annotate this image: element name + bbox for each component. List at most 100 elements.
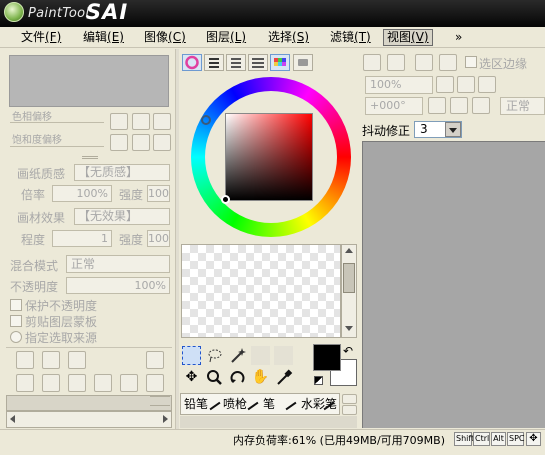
swap-colors-icon[interactable]: ↶ [343,344,353,358]
apply-mask-icon[interactable] [120,374,138,392]
paper-strength-field[interactable]: 100 [147,185,170,202]
paper-texture-select[interactable]: 【无质感】 [74,164,170,181]
paper-texture-label: 画纸质感 [17,167,66,181]
menu-edit[interactable]: 编辑(E) [80,29,127,46]
color-wheel-tab[interactable] [182,54,202,71]
paper-strength-label: 强度 [119,188,144,202]
splitter-handle[interactable] [82,156,98,159]
invert-selection-icon[interactable] [439,54,457,71]
brush-pen[interactable]: 笔 [263,395,275,412]
rotate-ccw-icon[interactable] [428,97,446,114]
layer-scroll-grip[interactable] [150,396,170,406]
zoom-in-icon[interactable] [457,76,475,93]
ctrl-key-indicator: Ctrl [473,432,490,446]
selection-source-checkbox[interactable] [10,331,22,343]
eyedropper-icon[interactable] [274,368,293,387]
brush-tool-list: 铅笔 喷枪 笔 水彩笔 [180,393,340,415]
brush-scroll-down-icon[interactable] [342,405,357,415]
layer-list-scrollbar[interactable] [6,395,172,411]
rotate-icon[interactable] [228,368,247,387]
rect-select-icon[interactable] [182,346,201,365]
clipping-mask-checkbox[interactable] [10,315,22,327]
brush-airbrush[interactable]: 喷枪 [223,395,247,412]
rotate-reset-icon[interactable] [472,97,490,114]
transfer-down-icon[interactable] [16,374,34,392]
reset-button[interactable] [153,113,171,130]
undo-icon[interactable] [363,54,381,71]
menu-filter[interactable]: 滤镜(T) [327,29,374,46]
navigator-scrollbar[interactable] [341,244,357,338]
space-key-indicator: SPC [507,432,525,446]
layer-options-icon[interactable] [146,351,164,369]
hue-shift-label: 色相偏移 [12,112,52,123]
degree-label: 程度 [21,233,46,247]
paper-scale-label: 倍率 [21,188,46,202]
deselect-icon[interactable] [415,54,433,71]
menu-view[interactable]: 视图(V) [383,29,433,46]
shift-key-indicator: Shift [454,432,474,446]
zoom-select[interactable]: 100% [365,76,433,94]
square-button[interactable] [153,134,171,151]
reset-colors-icon[interactable] [314,376,323,385]
scratchpad-tab[interactable] [293,54,313,71]
navigator-preview[interactable] [181,244,341,338]
magic-wand-icon[interactable] [228,346,247,365]
new-folder-icon[interactable] [68,351,86,369]
scroll-right-icon[interactable] [163,415,168,423]
merge-down-icon[interactable] [42,374,60,392]
rotate-left-button[interactable] [110,134,128,151]
swatches-tab[interactable] [270,54,290,71]
scroll-up-icon[interactable] [345,248,353,253]
clear-layer-icon[interactable] [68,374,86,392]
panel-splitter[interactable] [175,49,179,429]
blend-mode-select[interactable]: 正常 [66,255,170,273]
zoom-out-icon[interactable] [436,76,454,93]
display-mode-select[interactable]: 正常 [500,97,545,115]
hand-icon[interactable]: ✋ [251,368,270,387]
saturation-slider[interactable] [10,146,104,147]
horizontal-scrollbar[interactable] [6,411,172,428]
hsv-slider-tab[interactable] [226,54,246,71]
hue-marker[interactable] [201,115,211,125]
pencil-icon [209,401,221,411]
delete-mask-icon[interactable] [146,374,164,392]
zoom-reset-icon[interactable] [478,76,496,93]
scroll-down-icon[interactable] [345,326,353,331]
menu-select[interactable]: 选择(S) [265,29,312,46]
menu-image[interactable]: 图像(C) [141,29,189,46]
delete-layer-icon[interactable] [94,374,112,392]
rotate-cw-icon[interactable] [450,97,468,114]
scroll-thumb[interactable] [343,263,355,293]
new-vector-layer-icon[interactable] [42,351,60,369]
rotate-select[interactable]: +000° [365,97,423,115]
mix-palette-tab[interactable] [248,54,268,71]
scroll-left-icon[interactable] [10,415,15,423]
opacity-slider[interactable]: 100% [66,277,170,294]
rotate-right-button[interactable] [132,134,150,151]
paper-scale-field[interactable]: 100% [52,185,112,202]
material-strength-field[interactable]: 100 [147,230,170,247]
rgb-slider-tab[interactable] [204,54,224,71]
color-picker-marker[interactable] [221,195,230,204]
material-effect-select[interactable]: 【无效果】 [74,208,170,225]
menu-file[interactable]: 文件(F) [18,29,64,46]
plus-button[interactable] [132,113,150,130]
menu-more[interactable]: » [452,29,465,46]
degree-field[interactable]: 1 [52,230,112,247]
stabilizer-dropdown-icon[interactable] [445,122,461,137]
move-icon[interactable]: ✥ [182,368,201,387]
redo-icon[interactable] [387,54,405,71]
minus-button[interactable] [110,113,128,130]
brush-scroll-up-icon[interactable] [342,394,357,404]
primary-color-swatch-front[interactable] [313,344,341,371]
menu-layer[interactable]: 图层(L) [203,29,249,46]
hue-slider[interactable] [10,122,104,123]
canvas-area[interactable] [362,141,545,428]
zoom-icon[interactable] [205,368,224,387]
protect-opacity-checkbox[interactable] [10,299,22,311]
new-layer-icon[interactable] [16,351,34,369]
anti-alias-checkbox[interactable] [465,56,477,68]
saturation-value-square[interactable] [225,113,313,201]
brush-pencil[interactable]: 铅笔 [184,395,208,412]
lasso-icon[interactable] [205,346,224,365]
